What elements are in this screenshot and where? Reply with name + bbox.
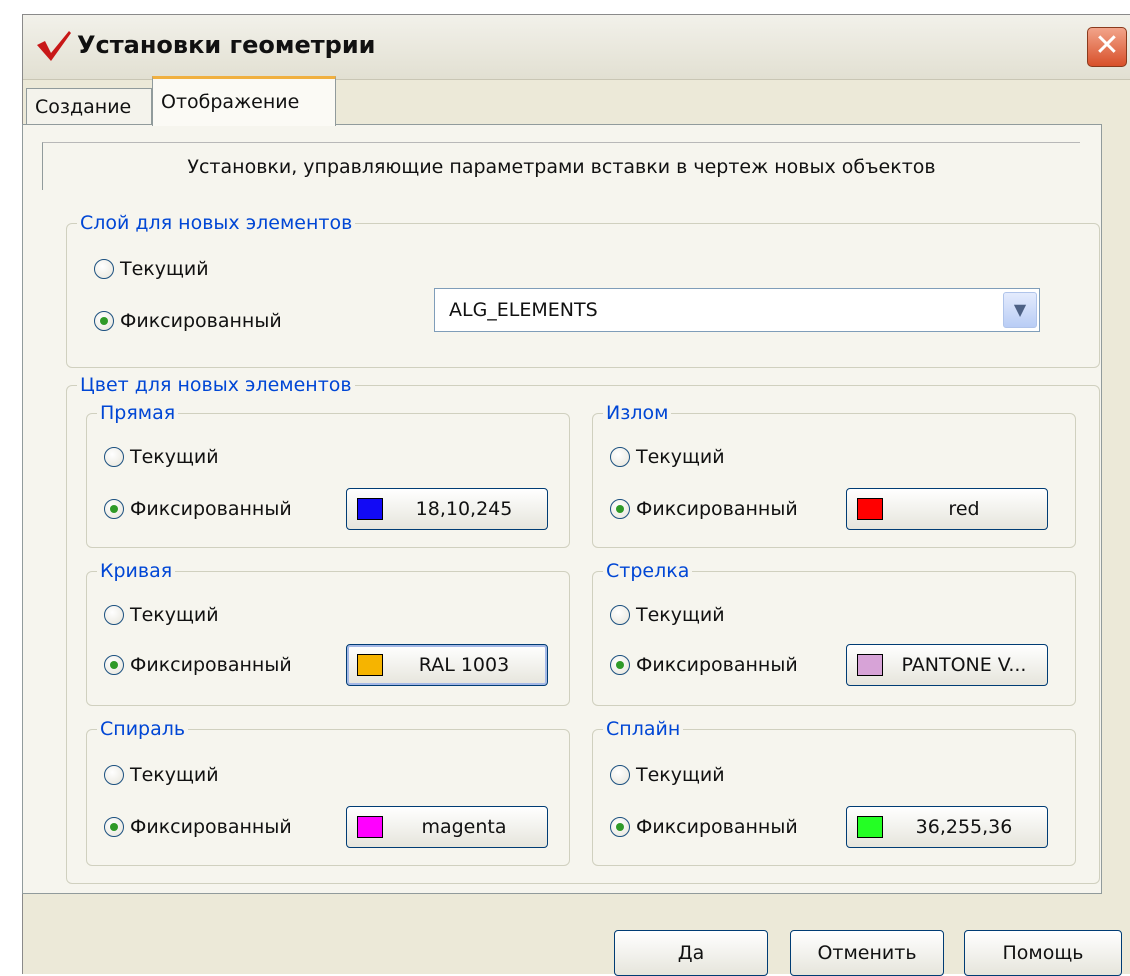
arrow-fixed-label: Фиксированный	[636, 654, 798, 676]
spiral-color-legend: Спираль	[100, 718, 186, 740]
tab-display[interactable]: Отображение	[152, 76, 336, 126]
radio-unchecked-icon	[104, 765, 124, 785]
break-color-swatch	[857, 498, 883, 520]
radio-checked-icon	[104, 655, 124, 675]
radio-unchecked-icon	[610, 765, 630, 785]
line-fixed-radio[interactable]: Фиксированный	[104, 498, 292, 520]
layer-select[interactable]: ALG_ELEMENTS ▼	[434, 288, 1040, 332]
radio-checked-icon	[610, 499, 630, 519]
curve-color-legend: Кривая	[100, 560, 173, 582]
spline-color-button[interactable]: 36,255,36	[846, 806, 1048, 848]
curve-color-button[interactable]: RAL 1003	[346, 644, 548, 686]
spiral-current-radio[interactable]: Текущий	[104, 764, 219, 786]
curve-fixed-label: Фиксированный	[130, 654, 292, 676]
spiral-color-value: magenta	[421, 816, 507, 838]
spline-current-radio[interactable]: Текущий	[610, 764, 725, 786]
radio-unchecked-icon	[104, 447, 124, 467]
curve-current-radio[interactable]: Текущий	[104, 604, 219, 626]
layer-current-label: Текущий	[120, 258, 209, 280]
arrow-color-legend: Стрелка	[606, 560, 690, 582]
radio-unchecked-icon	[610, 605, 630, 625]
radio-checked-icon	[104, 499, 124, 519]
title-bar[interactable]: Установки геометрии ✕	[23, 15, 1130, 80]
arrow-color-value: PANTONE V...	[901, 654, 1027, 676]
layer-fixed-radio[interactable]: Фиксированный	[94, 310, 282, 332]
spiral-color-swatch	[357, 816, 383, 838]
curve-color-swatch	[357, 654, 383, 676]
ok-button[interactable]: Да	[614, 930, 768, 976]
break-fixed-radio[interactable]: Фиксированный	[610, 498, 798, 520]
layer-current-radio[interactable]: Текущий	[94, 258, 209, 280]
close-button[interactable]: ✕	[1087, 27, 1127, 67]
curve-fixed-radio[interactable]: Фиксированный	[104, 654, 292, 676]
spline-color-legend: Сплайн	[606, 718, 681, 740]
arrow-current-label: Текущий	[636, 604, 725, 626]
radio-unchecked-icon	[610, 447, 630, 467]
arrow-current-radio[interactable]: Текущий	[610, 604, 725, 626]
line-fixed-label: Фиксированный	[130, 498, 292, 520]
radio-checked-icon	[94, 311, 114, 331]
spiral-current-label: Текущий	[130, 764, 219, 786]
window-title: Установки геометрии	[77, 31, 376, 59]
break-color-button[interactable]: red	[846, 488, 1048, 530]
spiral-fixed-label: Фиксированный	[130, 816, 292, 838]
break-fixed-label: Фиксированный	[636, 498, 798, 520]
line-current-label: Текущий	[130, 446, 219, 468]
radio-unchecked-icon	[94, 259, 114, 279]
spiral-color-button[interactable]: magenta	[346, 806, 548, 848]
spline-fixed-radio[interactable]: Фиксированный	[610, 816, 798, 838]
break-current-label: Текущий	[636, 446, 725, 468]
line-color-legend: Прямая	[100, 402, 176, 424]
layer-group-legend: Слой для новых элементов	[80, 212, 353, 234]
radio-checked-icon	[610, 655, 630, 675]
radio-unchecked-icon	[104, 605, 124, 625]
line-color-value: 18,10,245	[415, 498, 513, 520]
close-icon: ✕	[1094, 28, 1120, 63]
arrow-color-swatch	[857, 654, 883, 676]
line-color-swatch	[357, 498, 383, 520]
curve-color-value: RAL 1003	[418, 654, 510, 676]
panel-description: Установки, управляющие параметрами встав…	[42, 142, 1080, 190]
spline-color-value: 36,255,36	[915, 816, 1013, 838]
curve-current-label: Текущий	[130, 604, 219, 626]
radio-checked-icon	[104, 817, 124, 837]
spline-current-label: Текущий	[636, 764, 725, 786]
radio-checked-icon	[610, 817, 630, 837]
spline-fixed-label: Фиксированный	[636, 816, 798, 838]
cancel-button[interactable]: Отменить	[790, 930, 944, 976]
tab-create[interactable]: Создание	[26, 88, 152, 124]
layer-fixed-label: Фиксированный	[120, 310, 282, 332]
chevron-down-icon[interactable]: ▼	[1003, 292, 1037, 328]
spline-color-swatch	[857, 816, 883, 838]
break-color-legend: Излом	[606, 402, 669, 424]
arrow-color-button[interactable]: PANTONE V...	[846, 644, 1048, 686]
layer-select-value: ALG_ELEMENTS	[449, 299, 598, 321]
break-color-value: red	[948, 498, 980, 520]
color-group-legend: Цвет для новых элементов	[80, 374, 352, 396]
break-current-radio[interactable]: Текущий	[610, 446, 725, 468]
arrow-fixed-radio[interactable]: Фиксированный	[610, 654, 798, 676]
spiral-fixed-radio[interactable]: Фиксированный	[104, 816, 292, 838]
line-current-radio[interactable]: Текущий	[104, 446, 219, 468]
checkmark-icon	[37, 31, 71, 61]
line-color-button[interactable]: 18,10,245	[346, 488, 548, 530]
help-button[interactable]: Помощь	[964, 930, 1122, 976]
